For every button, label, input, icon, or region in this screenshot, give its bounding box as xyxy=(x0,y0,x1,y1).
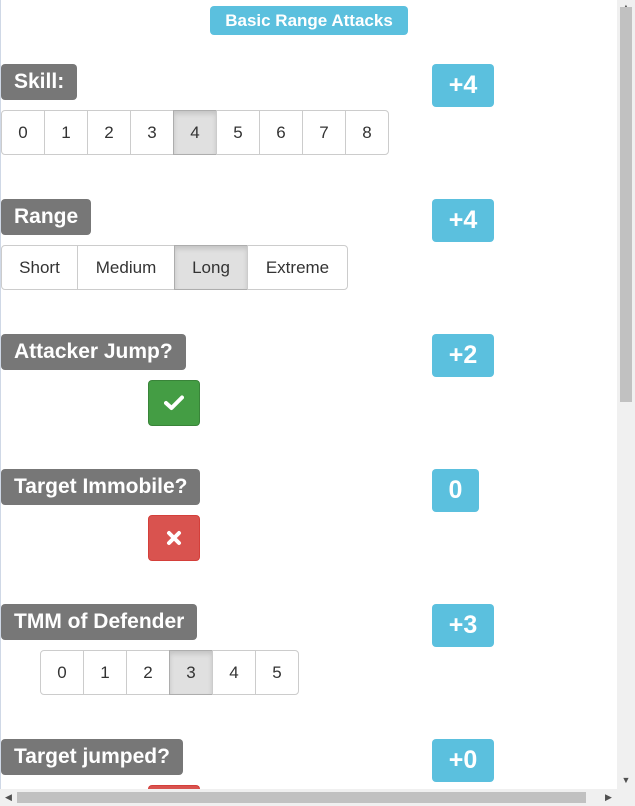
target-jumped-label: Target jumped? xyxy=(1,739,183,775)
skill-option-3[interactable]: 3 xyxy=(130,110,174,155)
vertical-scroll-thumb[interactable] xyxy=(620,7,632,402)
close-icon xyxy=(167,531,181,545)
target-immobile-toggle[interactable] xyxy=(148,515,200,561)
skill-option-5[interactable]: 5 xyxy=(216,110,260,155)
range-label: Range xyxy=(1,199,92,235)
page-title: Basic Range Attacks xyxy=(210,6,408,35)
attacker-jump-label: Attacker Jump? xyxy=(1,334,186,370)
horizontal-scroll-thumb[interactable] xyxy=(17,792,586,803)
scroll-down-icon[interactable]: ▼ xyxy=(617,773,635,787)
skill-button-group: 0 1 2 3 4 5 6 7 8 xyxy=(1,110,389,155)
tmm-label: TMM of Defender xyxy=(1,604,198,640)
tmm-option-5[interactable]: 5 xyxy=(255,650,299,695)
check-icon xyxy=(164,395,184,410)
tmm-option-2[interactable]: 2 xyxy=(126,650,170,695)
attacker-jump-modifier-badge: +2 xyxy=(432,334,494,377)
target-immobile-label: Target Immobile? xyxy=(1,469,201,505)
range-option-short[interactable]: Short xyxy=(1,245,78,290)
skill-option-6[interactable]: 6 xyxy=(259,110,303,155)
range-modifier-badge: +4 xyxy=(432,199,494,242)
tmm-option-3[interactable]: 3 xyxy=(169,650,213,695)
range-option-long[interactable]: Long xyxy=(174,245,248,290)
scroll-left-icon[interactable]: ◀ xyxy=(0,789,17,806)
attacker-jump-toggle[interactable] xyxy=(148,380,200,426)
tmm-button-group: 0 1 2 3 4 5 xyxy=(40,650,299,695)
target-immobile-modifier-badge: 0 xyxy=(432,469,479,512)
tmm-option-0[interactable]: 0 xyxy=(40,650,84,695)
target-jumped-modifier-badge: +0 xyxy=(432,739,494,782)
range-option-medium[interactable]: Medium xyxy=(77,245,175,290)
skill-option-2[interactable]: 2 xyxy=(87,110,131,155)
skill-modifier-badge: +4 xyxy=(432,64,494,107)
skill-option-8[interactable]: 8 xyxy=(345,110,389,155)
tmm-option-1[interactable]: 1 xyxy=(83,650,127,695)
range-button-group: Short Medium Long Extreme xyxy=(1,245,348,290)
skill-option-1[interactable]: 1 xyxy=(44,110,88,155)
range-option-extreme[interactable]: Extreme xyxy=(247,245,348,290)
skill-label: Skill: xyxy=(1,64,78,100)
skill-option-0[interactable]: 0 xyxy=(1,110,45,155)
skill-option-4[interactable]: 4 xyxy=(173,110,217,155)
skill-option-7[interactable]: 7 xyxy=(302,110,346,155)
scroll-right-icon[interactable]: ▶ xyxy=(600,789,617,806)
scrollbar-corner xyxy=(617,789,635,806)
tmm-option-4[interactable]: 4 xyxy=(212,650,256,695)
tmm-modifier-badge: +3 xyxy=(432,604,494,647)
